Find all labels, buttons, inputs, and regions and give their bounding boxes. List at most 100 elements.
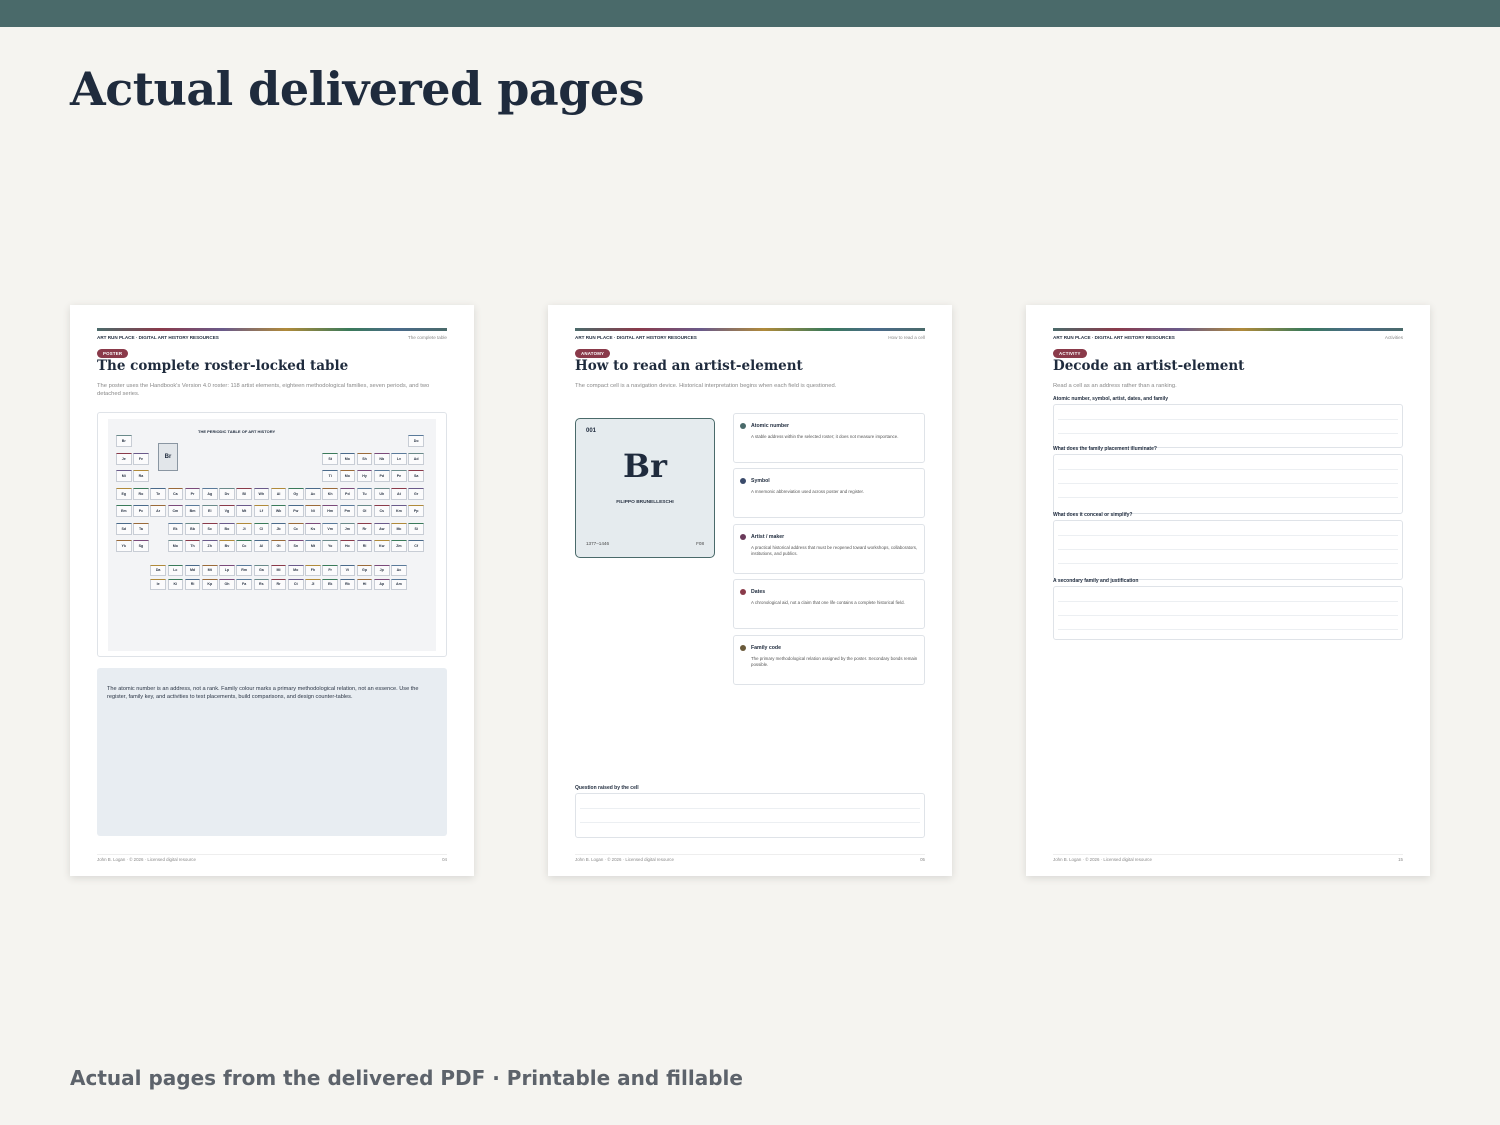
field-card-family-code: Family code The primary methodological r… bbox=[733, 635, 925, 685]
prompt-label: What does it conceal or simplify? bbox=[1053, 512, 1133, 518]
poster-cell: Zm bbox=[391, 540, 407, 552]
answer-field[interactable] bbox=[1053, 586, 1403, 640]
poster-cell: Bv bbox=[219, 540, 235, 552]
answer-field[interactable] bbox=[1053, 454, 1403, 514]
poster-cell: Cs bbox=[374, 505, 390, 517]
poster-cell: Mt bbox=[305, 540, 321, 552]
poster-cell: Wk bbox=[270, 505, 287, 517]
poster-cell: Ni bbox=[305, 505, 321, 517]
question-answer-field[interactable] bbox=[575, 793, 925, 838]
poster-series-cell: Rs bbox=[253, 579, 270, 590]
poster-series-cell: Rb bbox=[339, 579, 356, 590]
field-card-atomic-number: Atomic number A stable address within th… bbox=[733, 413, 925, 463]
poster-cell: Gt bbox=[270, 540, 287, 552]
poster-series-cell: Rr bbox=[270, 579, 287, 590]
poster-cell: Mo bbox=[339, 452, 356, 465]
poster-series-cell: Md bbox=[184, 565, 201, 576]
field-desc: A stable address within the selected ros… bbox=[751, 434, 899, 439]
poster-series-cell: Fa bbox=[236, 579, 252, 590]
poster-cell: Je bbox=[116, 452, 132, 465]
ruled-line bbox=[1058, 563, 1398, 564]
ruled-line bbox=[1058, 433, 1398, 434]
poster-cell: Al bbox=[270, 487, 287, 500]
poster-series-cell: Da bbox=[150, 565, 166, 576]
poster-series-cell: Ct bbox=[288, 579, 304, 590]
poster-cell: Pp bbox=[408, 505, 424, 517]
header-brand: ART RUN PLACE · DIGITAL ART HISTORY RESO… bbox=[575, 335, 697, 340]
page-thumbnail-poster[interactable]: ART RUN PLACE · DIGITAL ART HISTORY RESO… bbox=[70, 305, 474, 876]
poster-cell: Ol bbox=[356, 505, 373, 517]
poster-series-cell: Oh bbox=[219, 579, 235, 590]
poster-cell: Fe bbox=[133, 452, 149, 465]
poster-cell: Sn bbox=[288, 540, 304, 552]
poster-cell: Ac bbox=[305, 487, 321, 500]
poster-series-cell: Kp bbox=[202, 579, 218, 590]
poster-cell: Fw bbox=[288, 505, 304, 517]
cell-family-code: F08 bbox=[696, 541, 704, 546]
ruled-line bbox=[580, 808, 920, 809]
poster-cell: Kh bbox=[322, 487, 338, 500]
field-desc: A chronological aid, not a claim that on… bbox=[751, 600, 905, 605]
poster-cell: Ta bbox=[133, 522, 149, 535]
footer-rule bbox=[97, 854, 447, 855]
field-dot-icon bbox=[740, 478, 746, 484]
footer-page-number: 04 bbox=[442, 857, 447, 862]
poster-cell: Yk bbox=[116, 540, 132, 552]
field-card-symbol: Symbol A mnemonic abbreviation used acro… bbox=[733, 468, 925, 518]
poster-cell: Mi bbox=[116, 470, 132, 482]
poster-cell: Pd bbox=[339, 487, 356, 500]
footer-credit: John B. Logan · © 2026 · Licensed digita… bbox=[575, 857, 674, 862]
field-dot-icon bbox=[740, 423, 746, 429]
poster-cell: Rl bbox=[356, 540, 373, 552]
poster-cell: Mc bbox=[391, 522, 407, 535]
poster-cell: Ca bbox=[167, 487, 184, 500]
note-box: The atomic number is an address, not a r… bbox=[97, 668, 447, 836]
poster-series-cell: Ki bbox=[167, 579, 184, 590]
footer-page-number: 05 bbox=[920, 857, 925, 862]
page-thumbnail-activity[interactable]: ART RUN PLACE · DIGITAL ART HISTORY RESO… bbox=[1026, 305, 1430, 876]
poster-cell: Al bbox=[253, 540, 270, 552]
poster-cell: Mt bbox=[236, 505, 252, 517]
top-bar bbox=[0, 0, 1500, 27]
poster-cell: Lf bbox=[253, 505, 270, 517]
poster-cell: Aw bbox=[374, 522, 390, 535]
poster-cell: Ra bbox=[133, 470, 149, 482]
poster-cell: Gy bbox=[288, 487, 304, 500]
header-rule bbox=[1053, 328, 1403, 331]
page-thumbnail-anatomy[interactable]: ART RUN PLACE · DIGITAL ART HISTORY RESO… bbox=[548, 305, 952, 876]
poster-series-cell: Jl bbox=[305, 579, 321, 590]
poster-feature-cell: Br bbox=[158, 443, 178, 471]
header-section: How to read a cell bbox=[888, 335, 925, 340]
poster-cell: Cc bbox=[288, 522, 304, 535]
poster-cell: Si bbox=[408, 522, 424, 535]
poster-cell: Bm bbox=[184, 505, 201, 517]
poster-cell: Ek bbox=[167, 522, 184, 535]
poster-series-cell: Hi bbox=[356, 579, 373, 590]
poster-cell: Sa bbox=[408, 470, 424, 482]
cell-symbol: Br bbox=[623, 447, 667, 485]
question-label: Question raised by the cell bbox=[575, 785, 639, 791]
field-title: Symbol bbox=[751, 478, 770, 484]
poster-cell: El bbox=[202, 505, 218, 517]
footer-credit: John B. Logan · © 2026 · Licensed digita… bbox=[97, 857, 196, 862]
poster-cell: Rr bbox=[356, 522, 373, 535]
field-dot-icon bbox=[740, 534, 746, 540]
footer-page-number: 15 bbox=[1398, 857, 1403, 862]
answer-field[interactable] bbox=[1053, 404, 1403, 448]
poster-cell: St bbox=[322, 452, 338, 465]
poster-cell: Cl bbox=[253, 522, 270, 535]
header-brand: ART RUN PLACE · DIGITAL ART HISTORY RESO… bbox=[97, 335, 219, 340]
ruled-line bbox=[1058, 483, 1398, 484]
poster-series-cell: Gp bbox=[356, 565, 373, 576]
poster-cell: Ro bbox=[133, 487, 149, 500]
poster-cell: Jm bbox=[339, 522, 356, 535]
poster-cell: Bb bbox=[184, 522, 201, 535]
note-text: The atomic number is an address, not a r… bbox=[107, 686, 419, 700]
answer-field[interactable] bbox=[1053, 520, 1403, 580]
poster-series-cell: Mo bbox=[288, 565, 304, 576]
poster-cell: Vm bbox=[322, 522, 338, 535]
page-heading: Decode an artist-element bbox=[1053, 358, 1245, 374]
poster-cell: Lv bbox=[391, 452, 407, 465]
poster-cell: Sh bbox=[356, 452, 373, 465]
poster-cell: Br bbox=[116, 435, 132, 447]
